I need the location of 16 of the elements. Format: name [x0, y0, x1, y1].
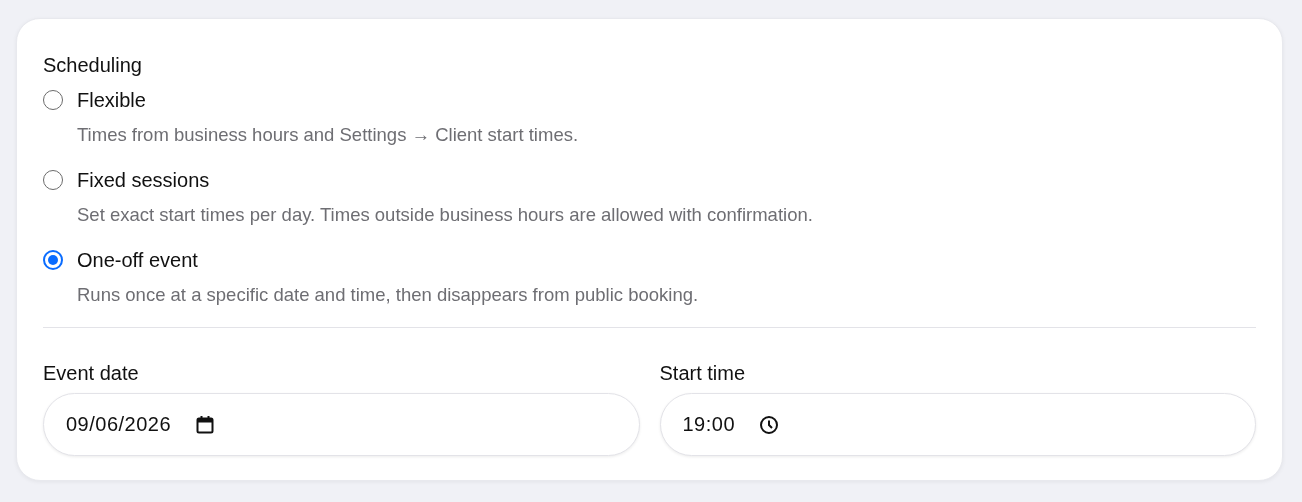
field-label: Start time	[659, 361, 747, 386]
option-label[interactable]: Flexible	[77, 87, 146, 113]
option-description: Runs once at a specific date and time, then disappears from public booking.	[77, 283, 700, 307]
clock-icon[interactable]	[759, 414, 780, 435]
date-field[interactable]: 09/06/2026	[43, 393, 640, 456]
radio-button[interactable]	[43, 250, 63, 270]
option-description: Set exact start times per day. Times outside business hours are allowed with confirmation.	[77, 203, 814, 227]
option-label[interactable]: One-off event	[77, 247, 198, 273]
option-description: Times from business hours and Settings → Client start times.	[77, 123, 580, 147]
section-heading: Scheduling	[43, 53, 143, 78]
radio-button[interactable]	[43, 170, 63, 190]
field-label: Event date	[43, 361, 140, 386]
option-label[interactable]: Fixed sessions	[77, 167, 210, 193]
time-field[interactable]: 19:00	[659, 393, 1256, 456]
calendar-icon[interactable]	[195, 414, 216, 435]
radio-button[interactable]	[43, 90, 63, 110]
